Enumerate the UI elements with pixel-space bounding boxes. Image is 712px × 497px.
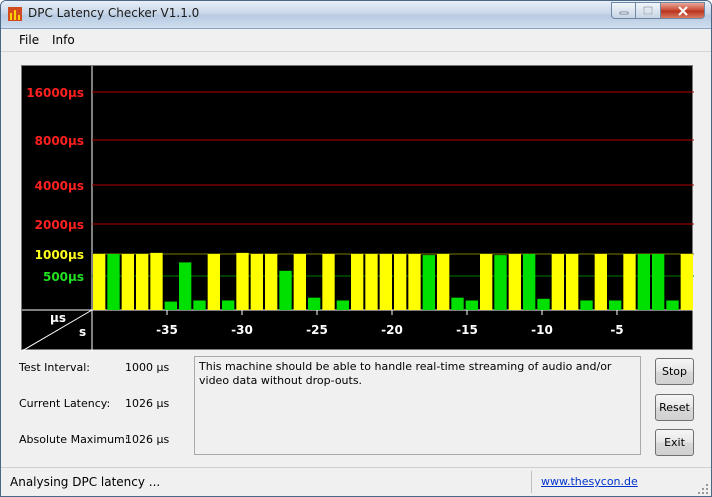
latency-bar [336,300,349,310]
latency-bar [609,300,622,310]
stop-button[interactable]: Stop [655,358,694,385]
latency-bar [408,254,421,310]
latency-bar [465,300,478,310]
latency-bar [480,254,493,310]
latency-bar [107,254,120,310]
test-interval-label: Test Interval: [19,361,90,374]
window-controls [611,2,705,19]
current-latency-value: 1026 µs [125,397,170,410]
status-separator [531,471,532,493]
y-axis-label: 1000µs [35,248,84,262]
reset-button[interactable]: Reset [655,394,694,421]
latency-bar [523,254,536,310]
latency-bar [580,300,593,310]
latency-bar [451,297,464,310]
latency-bar [193,300,206,310]
app-icon [8,7,22,21]
menu-bar: File Info [1,29,711,52]
latency-bar [279,270,292,310]
latency-bar [637,254,650,310]
y-axis-label: 500µs [43,270,84,284]
y-axis-label: 16000µs [26,86,84,100]
latency-bar [394,254,407,310]
status-bar: Analysing DPC latency ... www.thesycon.d… [1,467,711,496]
latency-bar [136,254,149,310]
latency-bar [351,254,364,310]
latency-bar [494,255,507,310]
latency-bar [379,254,392,310]
latency-bar [594,254,607,310]
latency-bar [164,301,177,310]
latency-bar [508,254,521,310]
x-axis-tick-label: -5 [610,323,623,337]
latency-bar [666,300,679,310]
corner-unit-label: µs [50,311,66,325]
latency-bar [265,254,278,310]
latency-bar [207,254,220,310]
y-axis-label: 8000µs [35,134,84,148]
website-link[interactable]: www.thesycon.de [541,475,638,488]
latency-bar [121,254,134,310]
latency-bar [179,262,192,310]
latency-bar [293,254,306,310]
current-latency-label: Current Latency: [19,397,111,410]
latency-bar [537,298,550,310]
latency-bar [250,254,263,310]
latency-bar [680,254,693,310]
exit-button[interactable]: Exit [655,429,694,456]
menu-file[interactable]: File [19,33,39,47]
app-window: DPC Latency Checker V1.1.0 File Info 160… [0,0,712,497]
latency-bar [93,254,106,310]
x-axis-tick-label: -15 [456,323,478,337]
menu-info[interactable]: Info [52,33,75,47]
latency-bar [365,254,378,310]
latency-bar [222,300,235,310]
close-button[interactable] [661,2,705,19]
corner-time-label: s [79,325,86,339]
latency-bar [308,297,321,310]
minimize-icon [619,11,628,14]
x-axis-tick-label: -30 [231,323,253,337]
maximize-button[interactable] [636,2,661,19]
latency-graph: 16000µs 8000µs 4000µs 2000µs 1000µs 500µs µs s -… [21,65,694,351]
status-message-box: This machine should be able to handle re… [194,356,641,455]
test-interval-value: 1000 µs [125,361,170,374]
latency-bar [236,252,249,310]
latency-bar [623,254,636,310]
x-axis-tick-label: -25 [306,323,328,337]
window-title: DPC Latency Checker V1.1.0 [28,6,200,20]
resize-grip-icon[interactable] [698,484,709,495]
latency-bar [652,254,665,310]
latency-bar [322,254,335,310]
minimize-button[interactable] [611,2,636,19]
latency-graph-canvas: 16000µs 8000µs 4000µs 2000µs 1000µs 500µs µss -… [22,66,694,351]
latency-bar [566,254,579,310]
latency-bar [150,252,163,310]
title-bar[interactable]: DPC Latency Checker V1.1.0 [1,1,711,29]
y-axis-label: 2000µs [35,218,84,232]
absolute-maximum-value: 1026 µs [125,433,170,446]
latency-bar [551,254,564,310]
latency-bar [437,254,450,310]
x-axis-tick-label: -35 [156,323,178,337]
x-axis-tick-label: -20 [381,323,403,337]
absolute-maximum-label: Absolute Maximum: [19,433,129,446]
close-icon [677,5,688,16]
status-text: Analysing DPC latency ... [10,475,161,489]
latency-bar [422,255,435,310]
x-axis-tick-label: -10 [531,323,553,337]
y-axis-label: 4000µs [35,179,84,193]
maximize-icon [643,6,653,15]
